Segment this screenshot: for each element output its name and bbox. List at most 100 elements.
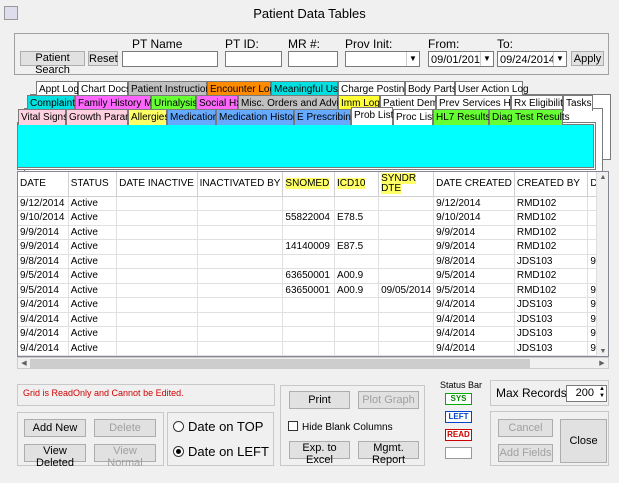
spinner-arrows-icon[interactable]: ▲ ▼ — [599, 386, 605, 400]
table-cell[interactable] — [282, 254, 336, 269]
table-cell[interactable] — [378, 210, 435, 226]
tab-tasks[interactable]: Tasks — [563, 95, 593, 111]
table-cell[interactable] — [197, 326, 284, 342]
table-cell[interactable] — [378, 326, 435, 342]
table-cell[interactable]: 9/9/2014 — [433, 225, 515, 240]
tab-e-prescribing[interactable]: E Prescribing — [294, 109, 356, 125]
table-row[interactable]: 9/8/2014 Active 9/8/2014 JDS103 9/ — [18, 254, 608, 269]
table-cell[interactable]: 9/9/2014 — [433, 239, 515, 255]
table-cell[interactable]: Active — [68, 239, 118, 255]
patient-search-button[interactable]: Patient Search — [20, 51, 85, 76]
table-row[interactable]: 9/4/2014Active9/4/2014JDS1039/ — [18, 326, 608, 342]
pt-id-input[interactable] — [225, 51, 282, 67]
table-cell[interactable] — [378, 341, 435, 356]
table-cell[interactable] — [197, 283, 284, 298]
table-row[interactable]: 9/4/2014Active9/4/2014JDS1039/ — [18, 297, 608, 313]
table-cell[interactable]: E87.5 — [334, 239, 380, 255]
table-row[interactable]: 9/9/2014 Active 14140009 E87.5 9/9/2014 RMD10… — [18, 239, 608, 255]
table-cell[interactable]: 9/4/2014 — [18, 312, 69, 327]
scroll-up-icon[interactable]: ▲ — [597, 172, 608, 184]
table-cell[interactable] — [334, 225, 380, 240]
table-cell[interactable] — [378, 312, 435, 327]
table-row[interactable]: 9/5/2014 Active 63650001 A00.9 09/05/2014 9/5… — [18, 283, 608, 298]
table-cell[interactable]: 9/4/2014 — [18, 297, 69, 313]
tab-vital-signs[interactable]: Vital Signs — [18, 109, 68, 125]
table-cell[interactable]: RMD102 — [514, 239, 589, 255]
table-cell[interactable] — [197, 312, 284, 327]
table-cell[interactable]: Active — [68, 283, 118, 298]
table-cell[interactable]: 9/4/2014 — [18, 326, 69, 342]
table-cell[interactable]: 9/9/2014 — [18, 225, 69, 240]
table-cell[interactable]: Active — [68, 341, 118, 356]
table-cell[interactable]: 63650001 — [282, 268, 336, 284]
table-cell[interactable]: 9/8/2014 — [433, 254, 515, 269]
tab-growth-param[interactable]: Growth Param — [66, 109, 133, 125]
table-cell[interactable]: JDS103 — [514, 326, 589, 342]
table-row[interactable]: 9/4/2014Active9/4/2014JDS1039/ — [18, 341, 608, 356]
col-header-syndr-dte[interactable]: SYNDR DTE — [378, 172, 435, 197]
table-cell[interactable]: 9/10/2014 — [18, 210, 69, 226]
table-cell[interactable]: 9/9/2014 — [18, 239, 69, 255]
table-cell[interactable] — [282, 341, 336, 356]
table-cell[interactable]: JDS103 — [514, 254, 589, 269]
table-cell[interactable] — [116, 268, 198, 284]
horizontal-scrollbar[interactable]: ◀ ▶ — [17, 357, 609, 369]
table-cell[interactable]: RMD102 — [514, 283, 589, 298]
prov-init-select[interactable]: ▼ — [345, 51, 420, 67]
table-cell[interactable] — [116, 312, 198, 327]
tab-hl7-results[interactable]: HL7 Results — [433, 109, 490, 125]
col-header-icd10[interactable]: ICD10 — [334, 172, 380, 197]
tab-medication[interactable]: Medication — [167, 109, 218, 125]
table-cell[interactable]: Active — [68, 225, 118, 240]
table-cell[interactable]: 63650001 — [282, 283, 336, 298]
table-row[interactable]: 9/5/2014 Active 63650001 A00.9 9/5/2014 RMD10… — [18, 268, 608, 284]
table-cell[interactable]: Active — [68, 254, 118, 269]
table-cell[interactable]: A00.9 — [334, 268, 380, 284]
scroll-right-icon[interactable]: ▶ — [596, 358, 608, 370]
date-on-top-radio[interactable]: Date on TOP — [173, 419, 263, 434]
table-cell[interactable]: Active — [68, 326, 118, 342]
table-cell[interactable] — [197, 268, 284, 284]
table-cell[interactable]: Active — [68, 297, 118, 313]
table-cell[interactable] — [197, 210, 284, 226]
tab-prob-list[interactable]: Prob List — [351, 107, 393, 125]
max-records-spinner[interactable]: 200 ▲ ▼ — [566, 385, 607, 402]
table-cell[interactable] — [197, 239, 284, 255]
table-cell[interactable]: A00.9 — [334, 283, 380, 298]
table-cell[interactable]: RMD102 — [514, 268, 589, 284]
col-header-inactivated-by[interactable]: INACTIVATED BY — [197, 172, 284, 197]
table-row[interactable]: 9/12/2014 Active 9/12/2014 RMD102 — [18, 196, 608, 211]
table-cell[interactable] — [116, 283, 198, 298]
export-excel-button[interactable]: Exp. to Excel — [289, 441, 350, 466]
table-cell[interactable]: RMD102 — [514, 196, 589, 211]
cancel-button[interactable]: Cancel — [498, 419, 553, 437]
table-cell[interactable]: 9/10/2014 — [433, 210, 515, 226]
date-on-left-radio[interactable]: Date on LEFT — [173, 444, 269, 459]
table-cell[interactable] — [334, 254, 380, 269]
table-cell[interactable] — [116, 326, 198, 342]
table-cell[interactable] — [197, 341, 284, 356]
table-cell[interactable] — [197, 225, 284, 240]
table-cell[interactable]: 09/05/2014 — [378, 283, 435, 298]
close-button[interactable]: Close — [560, 419, 607, 463]
table-cell[interactable] — [116, 239, 198, 255]
mr-input[interactable] — [288, 51, 338, 67]
table-cell[interactable]: 9/4/2014 — [433, 341, 515, 356]
apply-button[interactable]: Apply — [571, 51, 604, 66]
table-cell[interactable] — [378, 254, 435, 269]
scroll-left-icon[interactable]: ◀ — [18, 358, 30, 370]
table-cell[interactable] — [116, 254, 198, 269]
view-deleted-button[interactable]: View Deleted — [24, 444, 86, 469]
table-cell[interactable]: 9/5/2014 — [433, 283, 515, 298]
data-grid[interactable]: DATE STATUS DATE INACTIVE INACTIVATED BY… — [17, 171, 609, 357]
table-cell[interactable] — [334, 341, 380, 356]
tab-diag-test-results[interactable]: Diag Test Results — [489, 109, 570, 125]
table-cell[interactable] — [116, 225, 198, 240]
table-cell[interactable] — [116, 210, 198, 226]
table-row[interactable]: 9/4/2014Active9/4/2014JDS1039/ — [18, 312, 608, 327]
table-cell[interactable]: 9/12/2014 — [433, 196, 515, 211]
delete-button[interactable]: Delete — [94, 419, 156, 437]
table-cell[interactable] — [116, 341, 198, 356]
table-cell[interactable]: RMD102 — [514, 210, 589, 226]
table-cell[interactable]: RMD102 — [514, 225, 589, 240]
